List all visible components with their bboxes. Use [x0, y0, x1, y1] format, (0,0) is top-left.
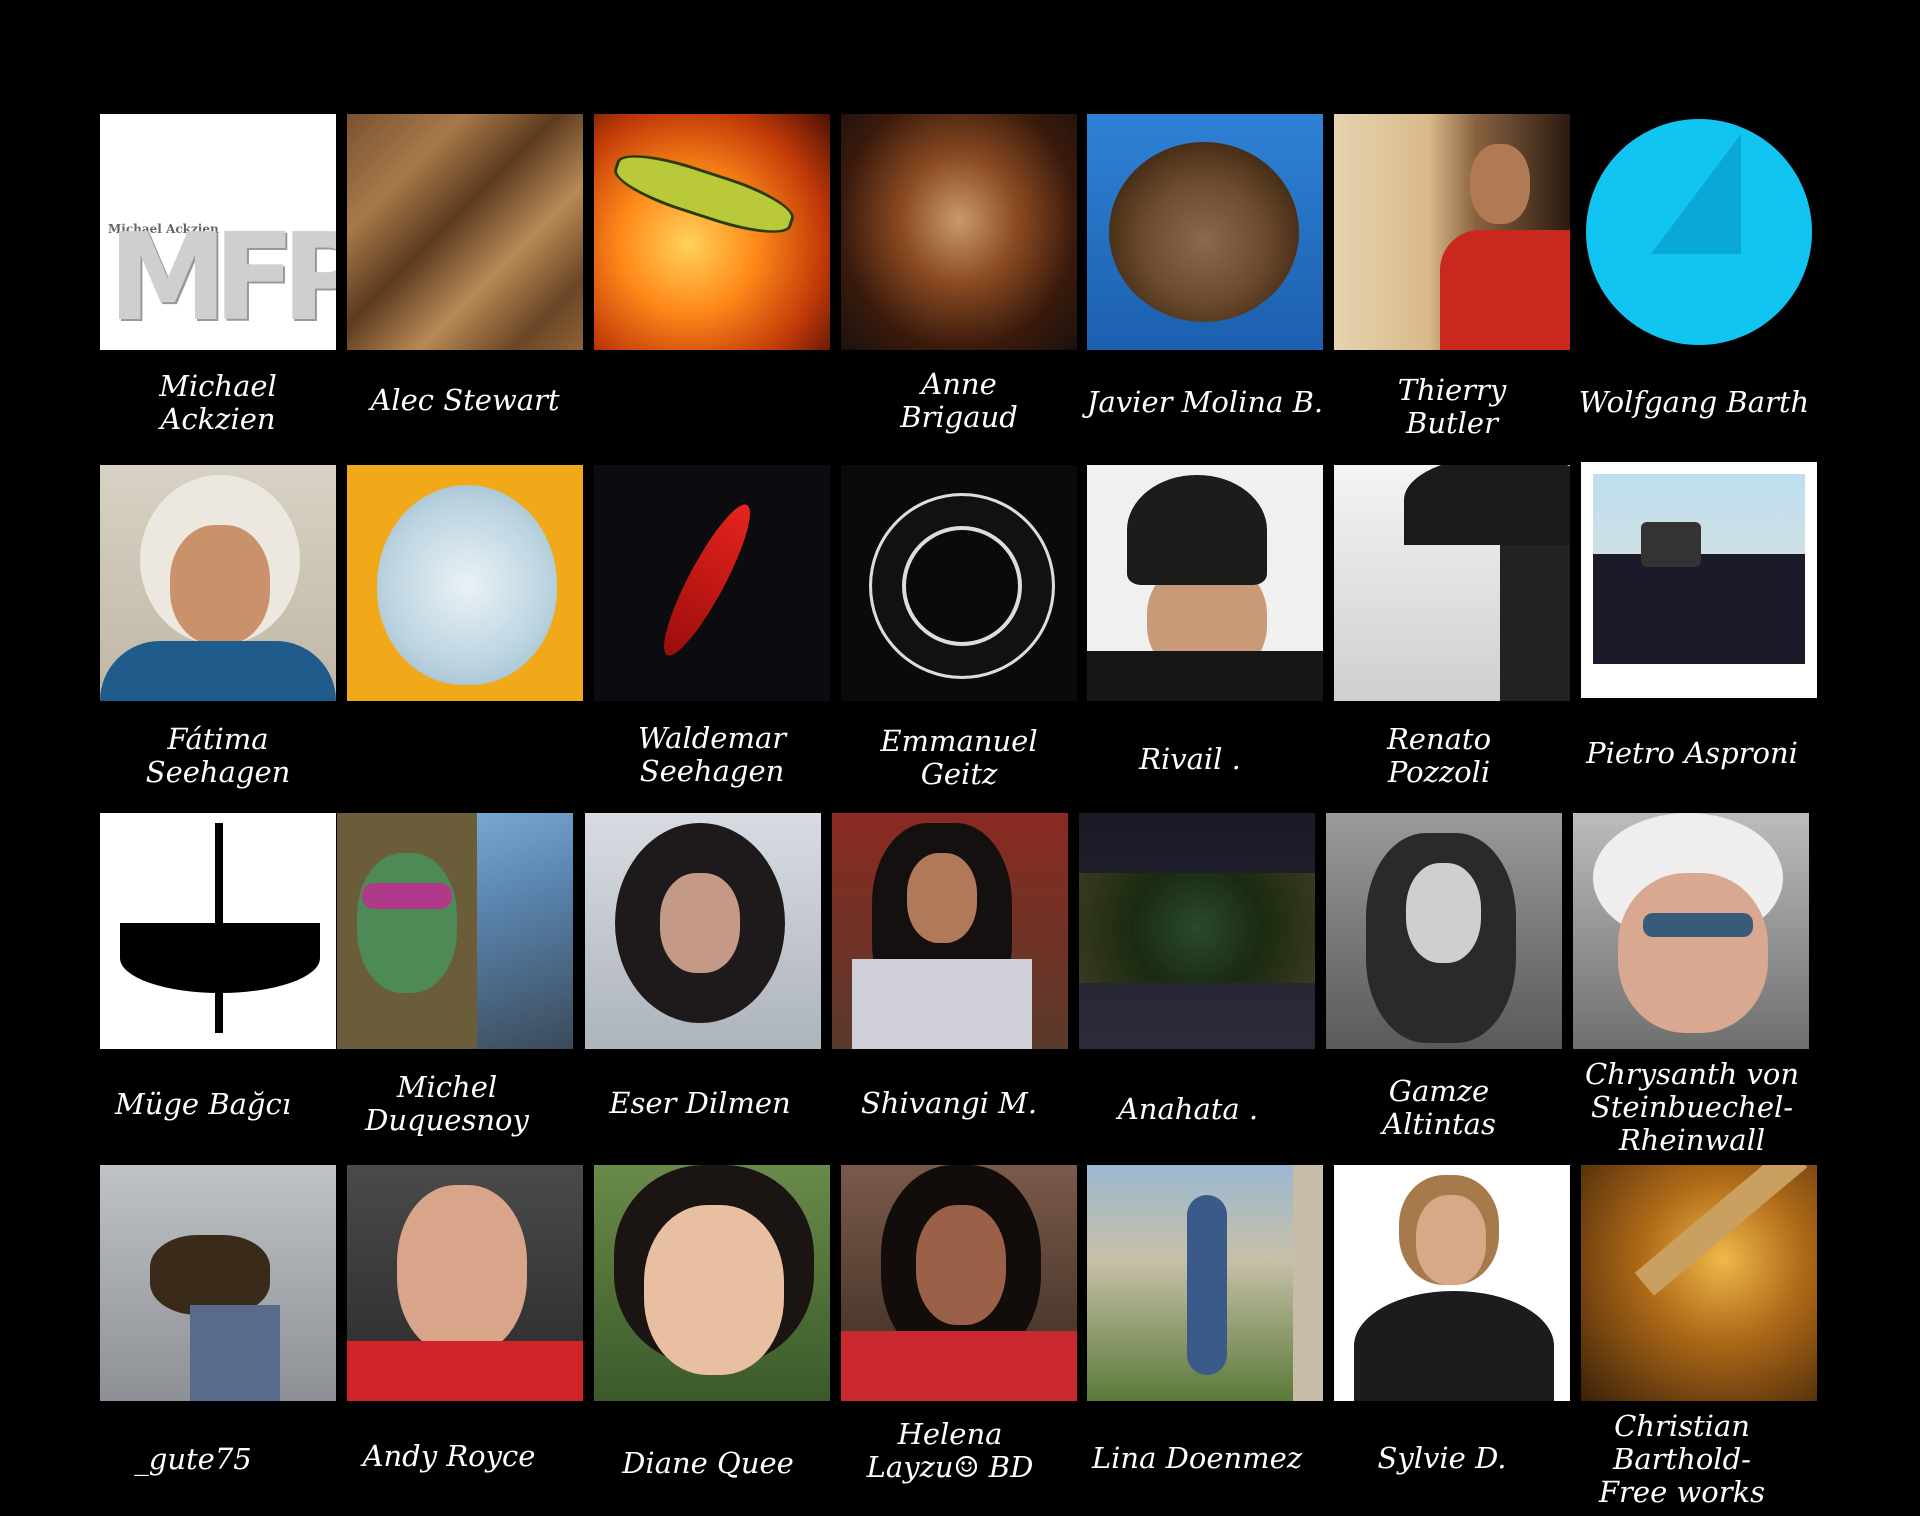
member-name: Gamze Altintas — [1382, 1074, 1496, 1141]
triangle-image — [1651, 134, 1741, 254]
face-image — [1470, 144, 1530, 224]
member-photo[interactable] — [1581, 1165, 1817, 1401]
mfp-logo: MFP — [108, 209, 336, 348]
member-name: Anne Brigaud — [900, 367, 1018, 434]
member-photo[interactable] — [100, 813, 336, 1049]
shirt-image — [1087, 651, 1323, 701]
member-name: Shivangi M. — [860, 1086, 1038, 1120]
face-image — [660, 873, 740, 973]
guitar-image — [1634, 1165, 1808, 1296]
member-photo[interactable] — [100, 1165, 336, 1401]
member-name: Fátima Seehagen — [145, 722, 291, 789]
member-photo[interactable]: Michael Ackzien MFP — [100, 114, 336, 350]
member-photo[interactable] — [594, 465, 830, 701]
member-photo[interactable] — [337, 813, 573, 1049]
shirt-image — [1440, 230, 1570, 350]
leaf-tree-image — [377, 485, 557, 685]
member-name: Wolfgang Barth — [1578, 385, 1810, 419]
member-photo[interactable] — [1573, 813, 1809, 1049]
member-photo[interactable] — [1581, 114, 1817, 350]
member-photo[interactable] — [1326, 813, 1562, 1049]
figure-image — [1187, 1195, 1227, 1375]
face-image — [397, 1185, 527, 1355]
wings-image — [120, 923, 320, 993]
member-name: Helena Layzu☺ BD — [866, 1417, 1034, 1484]
face-image — [1416, 1195, 1486, 1285]
horse-mask-image — [150, 1235, 270, 1315]
hat-image — [1109, 142, 1299, 322]
member-name: Sylvie D. — [1377, 1441, 1507, 1475]
member-photo[interactable] — [832, 813, 1068, 1049]
member-name: Emmanuel Geitz — [880, 724, 1038, 791]
member-photo[interactable] — [594, 1165, 830, 1401]
mask-image — [357, 853, 457, 993]
member-name: Eser Dilmen — [609, 1086, 791, 1120]
member-photo[interactable] — [1334, 114, 1570, 350]
face-image — [907, 853, 977, 943]
member-photo[interactable] — [347, 1165, 583, 1401]
shirt-image — [841, 1331, 1077, 1401]
member-photo[interactable] — [841, 114, 1077, 350]
member-photo[interactable] — [100, 465, 336, 701]
shirt-image — [100, 641, 336, 701]
member-photo[interactable] — [1087, 114, 1323, 350]
umbrella-image — [1404, 465, 1570, 545]
figure-image — [1500, 545, 1570, 701]
member-name: Javier Molina B. — [1086, 385, 1324, 419]
member-photo[interactable] — [1087, 1165, 1323, 1401]
member-name: Lina Doenmez — [1091, 1441, 1303, 1475]
member-name: Chrysanth von Steinbuechel- Rheinwall — [1584, 1057, 1800, 1157]
member-photo[interactable] — [841, 465, 1077, 701]
face-image — [1618, 873, 1768, 1033]
beanie-image — [1127, 475, 1267, 585]
feather-image — [651, 496, 763, 664]
member-photo[interactable] — [594, 114, 830, 350]
mandala-image — [869, 493, 1055, 679]
member-photo[interactable] — [1581, 462, 1817, 698]
member-name: Michel Duquesnoy — [365, 1070, 529, 1137]
face-image — [644, 1205, 784, 1375]
face-image — [1406, 863, 1481, 963]
member-photo[interactable] — [1334, 465, 1570, 701]
member-name: Christian Barthold- Free works — [1598, 1409, 1766, 1509]
member-name: Anahata . — [1117, 1092, 1259, 1126]
member-photo[interactable] — [585, 813, 821, 1049]
member-photo[interactable] — [841, 1165, 1077, 1401]
member-photo[interactable] — [1079, 813, 1315, 1049]
sunglasses-image — [362, 883, 452, 909]
member-photo[interactable] — [1334, 1165, 1570, 1401]
member-name: Diane Quee — [622, 1446, 794, 1480]
member-name: _gute75 — [134, 1442, 252, 1476]
member-grid: Michael Ackzien MFP Michael Ackzien Alec… — [0, 0, 1920, 1516]
shirt-image — [190, 1305, 280, 1401]
camera-icon — [1641, 522, 1701, 567]
member-name: Müge Bağcı — [115, 1087, 291, 1121]
face-image — [916, 1205, 1006, 1325]
member-name: Pietro Asproni — [1586, 736, 1798, 770]
lizard-image — [612, 147, 796, 241]
window-frame-image — [1293, 1165, 1323, 1401]
member-name: Waldemar Seehagen — [637, 721, 787, 788]
face-image — [170, 525, 270, 645]
member-name: Michael Ackzien — [159, 369, 277, 436]
shirt-image — [1593, 554, 1805, 664]
member-photo[interactable] — [347, 114, 583, 350]
sunglasses-image — [1643, 913, 1753, 937]
member-name: Thierry Butler — [1397, 373, 1507, 440]
jacket-image — [1354, 1291, 1554, 1401]
shirt-image — [347, 1341, 583, 1401]
member-name: Alec Stewart — [370, 383, 560, 417]
abstract-image — [1079, 873, 1315, 983]
member-name: Andy Royce — [362, 1439, 536, 1473]
member-name: Renato Pozzoli — [1386, 722, 1492, 789]
member-name: Rivail . — [1139, 742, 1241, 776]
member-photo[interactable] — [1087, 465, 1323, 701]
member-photo[interactable] — [347, 465, 583, 701]
dress-image — [852, 959, 1032, 1049]
